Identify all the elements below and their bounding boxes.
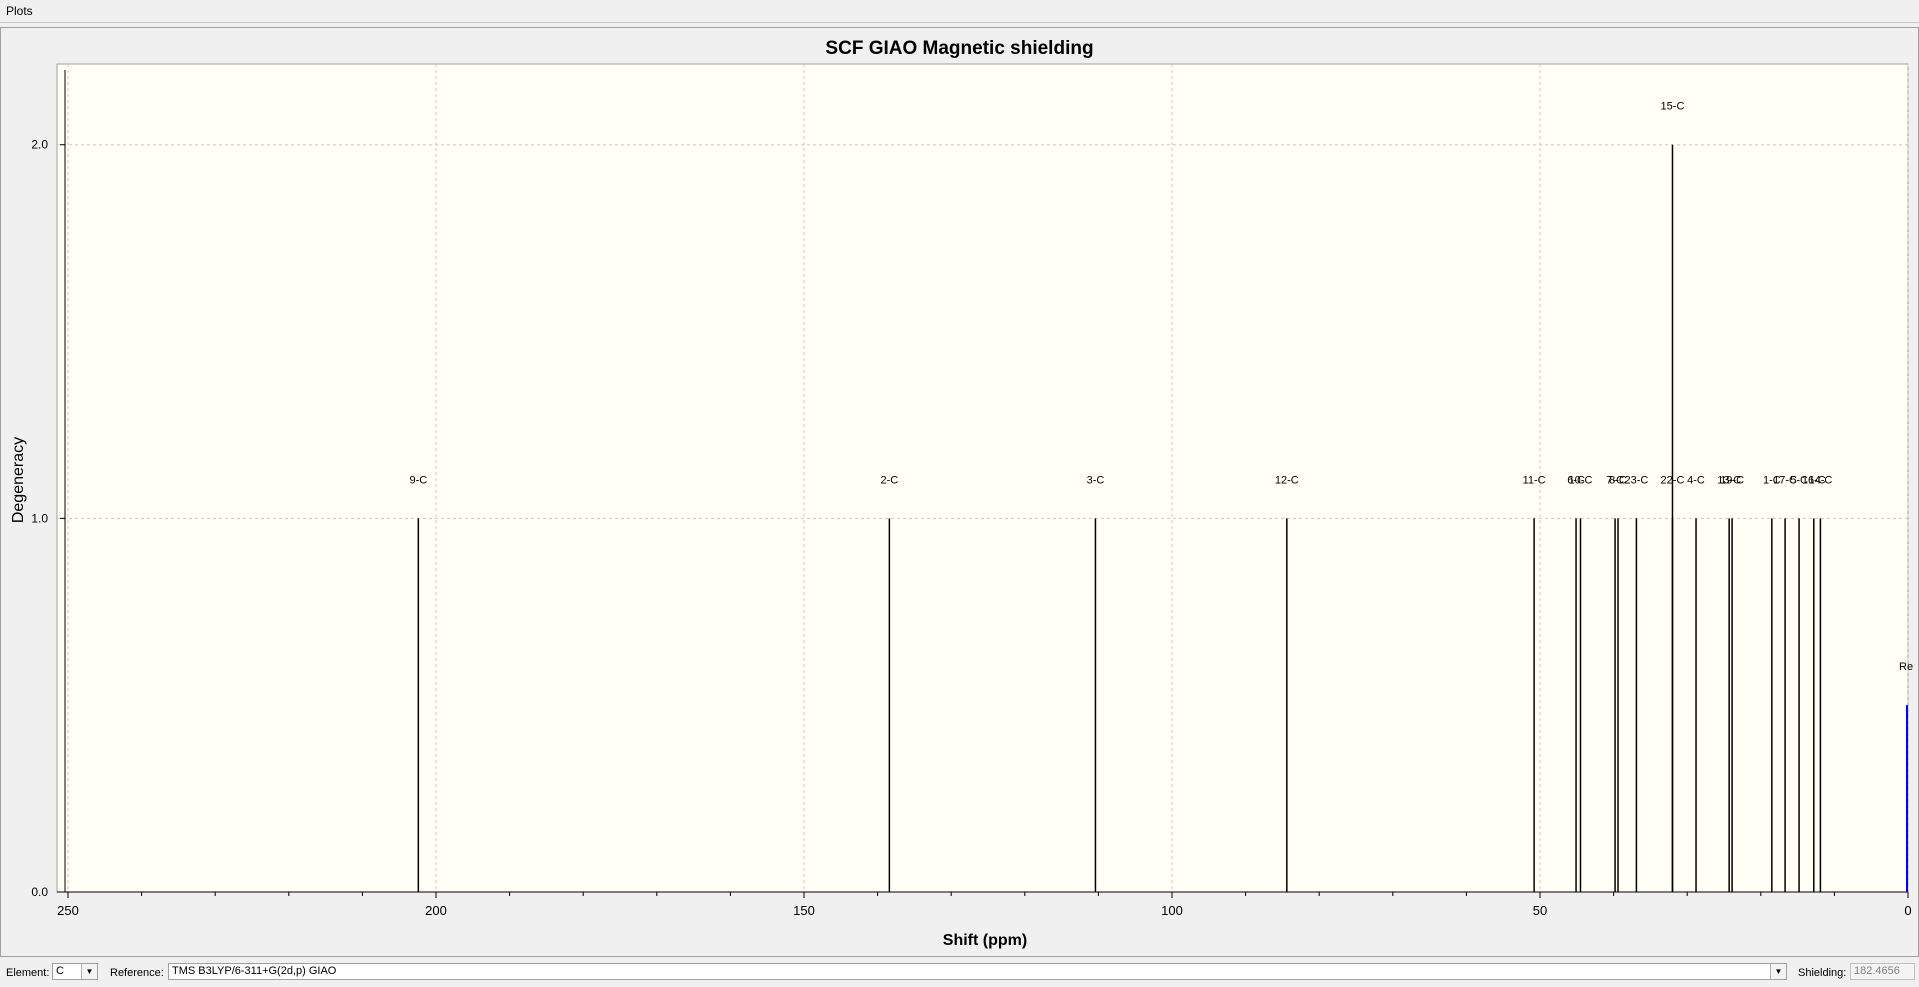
x-tick-label: 0 — [1904, 903, 1911, 918]
peak-label: 9-C — [409, 474, 427, 486]
peak-label: 10-C — [1569, 474, 1593, 486]
reference-select-value: TMS B3LYP/6-311+G(2d,p) GIAO — [172, 965, 337, 977]
x-tick-label: 50 — [1533, 903, 1547, 918]
shielding-label: Shielding: — [1798, 967, 1847, 979]
element-select[interactable]: C ▼ — [52, 963, 98, 980]
peak-label: 3-C — [1087, 474, 1105, 486]
chevron-down-icon[interactable]: ▼ — [1770, 964, 1786, 979]
x-tick-label: 150 — [793, 903, 815, 918]
peak-label: 12-C — [1275, 474, 1299, 486]
y-tick-label: 2.0 — [31, 138, 48, 152]
shielding-field: 182.4656 — [1850, 963, 1915, 980]
chevron-down-icon[interactable]: ▼ — [81, 964, 97, 979]
reference-label: Reference: — [110, 967, 164, 979]
y-tick-label: 0.0 — [31, 885, 48, 899]
nmr-spectrum-chart: 250 200 150 100 50 0 0.0 1.0 2.0 9-C 2-C 3-C 12-C 11… — [10, 63, 1913, 949]
peak-label: 22-C — [1661, 474, 1685, 486]
peak-label: 23-C — [1624, 474, 1648, 486]
peak-label: 11-C — [1523, 474, 1546, 486]
element-label: Element: — [6, 967, 50, 979]
y-axis-label: Degeneracy — [10, 437, 27, 523]
x-tick-label: 250 — [57, 903, 79, 918]
peak-label: 14-C — [1808, 474, 1832, 486]
reference-label: Re — [1899, 661, 1913, 673]
bottom-toolbar: Element: C ▼ Reference: TMS B3LYP/6-311+… — [0, 958, 1919, 987]
element-select-value: C — [56, 965, 64, 977]
y-tick-label: 1.0 — [31, 511, 48, 525]
peak-label: 2-C — [881, 474, 899, 486]
reference-select[interactable]: TMS B3LYP/6-311+G(2d,p) GIAO ▼ — [168, 963, 1787, 980]
peak-label: 15-C — [1661, 101, 1685, 113]
x-tick-label: 200 — [425, 903, 447, 918]
peak-label: 4-C — [1687, 474, 1705, 486]
x-tick-label: 100 — [1161, 903, 1183, 918]
x-axis-label: Shift (ppm) — [943, 932, 1027, 949]
peak-label: 19-C — [1720, 474, 1744, 486]
